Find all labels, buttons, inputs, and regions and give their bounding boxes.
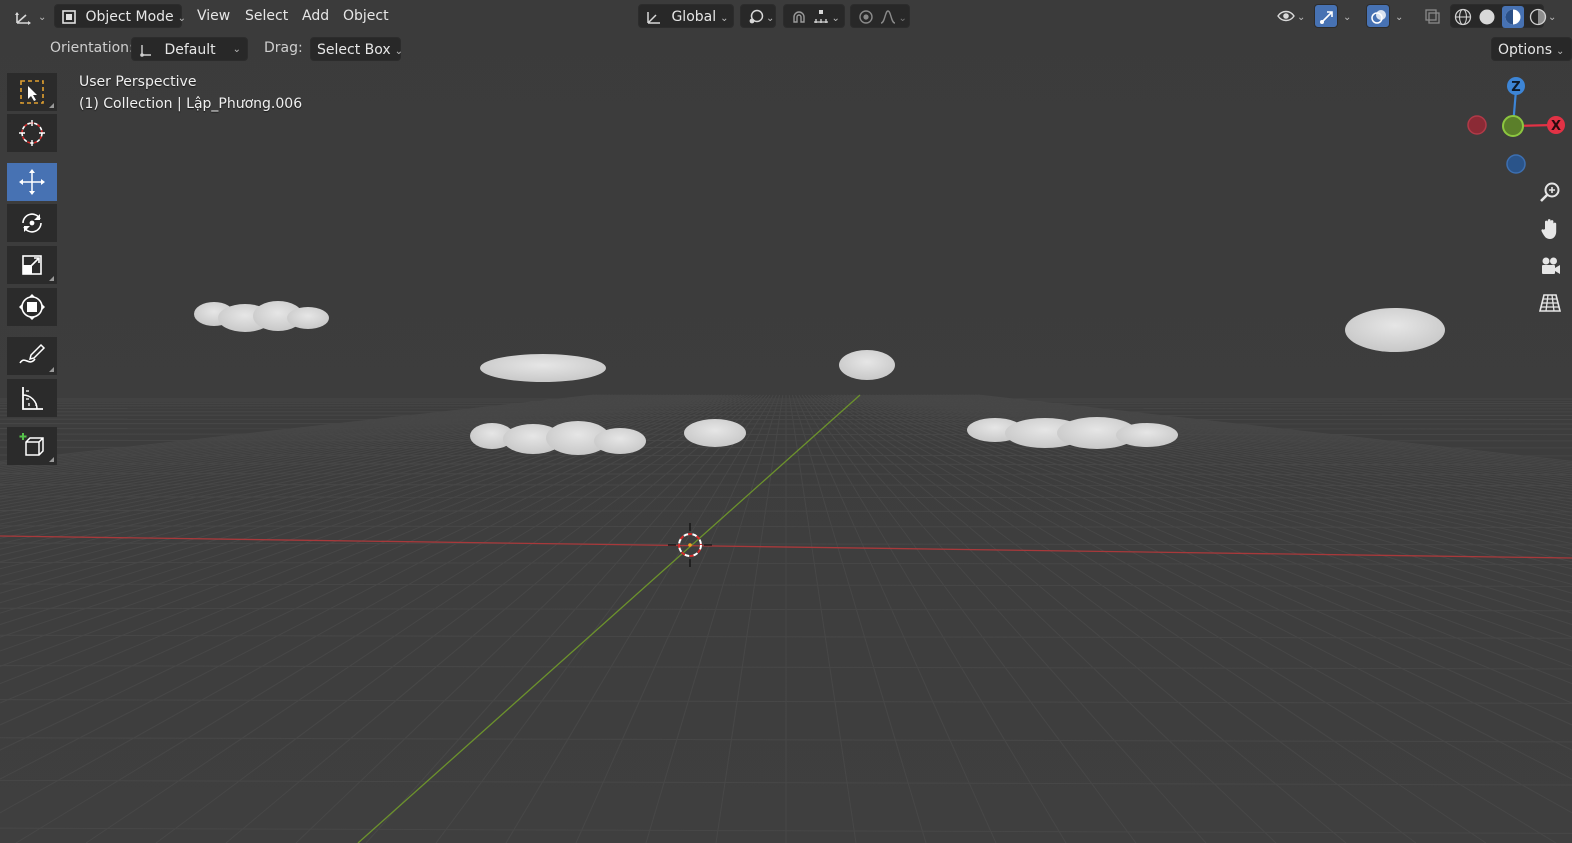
pivot-point-selector[interactable]: ⌄ — [740, 4, 776, 28]
neg-x-axis-ball — [1467, 115, 1487, 135]
proportional-editing-icon[interactable] — [857, 8, 875, 26]
editor-type-button[interactable]: ⌄ — [8, 4, 46, 28]
tool-select-box[interactable] — [7, 73, 57, 111]
menu-select[interactable]: Select — [239, 4, 294, 28]
options-label: Options — [1498, 42, 1553, 58]
tool-transform[interactable] — [7, 288, 57, 326]
transform-orientation-selector[interactable]: Global ⌄ — [638, 4, 734, 28]
measure-icon — [22, 387, 43, 410]
tool-rotate[interactable] — [7, 204, 57, 242]
rotate-icon — [22, 213, 42, 233]
snap-increment-icon[interactable] — [812, 8, 830, 26]
view-name: User Perspective — [79, 74, 197, 90]
tool-measure[interactable] — [7, 379, 57, 417]
menu-view[interactable]: View — [191, 4, 236, 28]
drag-value: Select Box — [317, 42, 391, 58]
cloud-object — [480, 354, 606, 382]
camera-view-button[interactable] — [1533, 249, 1567, 283]
solid-shading-icon[interactable] — [1477, 7, 1497, 27]
mode-selector[interactable]: Object Mode ⌄ — [54, 4, 186, 28]
viewport-header: ⌄ Object Mode ⌄ View Select Add Object Gl… — [0, 0, 1572, 34]
tool-annotate[interactable] — [7, 337, 57, 375]
menu-add[interactable]: Add — [296, 4, 335, 28]
xray-toggle[interactable] — [1420, 4, 1444, 28]
orientation-dropdown[interactable]: Default ⌄ — [131, 37, 248, 61]
zoom-button[interactable] — [1533, 175, 1567, 209]
cloud-object — [1345, 308, 1445, 352]
gizmo-icon — [1320, 11, 1333, 24]
orientation-gizmo-icon — [140, 45, 151, 57]
orientation-label: Global — [671, 9, 717, 25]
mode-label: Object Mode — [85, 9, 174, 25]
ortho-toggle-button[interactable] — [1533, 286, 1567, 320]
scale-icon — [22, 255, 42, 275]
options-dropdown[interactable]: Options ⌄ — [1491, 37, 1572, 61]
overlay-dropdown[interactable]: ⌄ — [1392, 4, 1412, 28]
transform-icon — [19, 294, 45, 320]
move-icon — [19, 169, 45, 195]
zoom-icon — [1540, 182, 1560, 202]
menu-object[interactable]: Object — [337, 4, 395, 28]
object-mode-icon — [62, 10, 76, 24]
axes-editor-icon — [15, 12, 31, 25]
tool-move[interactable] — [7, 163, 57, 201]
hand-pan-icon — [1541, 219, 1557, 239]
gizmo-toggle[interactable] — [1314, 4, 1338, 28]
select-box-icon — [20, 80, 44, 104]
annotate-icon — [19, 343, 46, 364]
collection-info: (1) Collection | Lập_Phương.006 — [79, 96, 303, 112]
snap-magnet-icon[interactable] — [790, 8, 808, 26]
add-cube-icon — [19, 433, 44, 456]
orientation-value: Default — [164, 42, 216, 58]
shading-dropdown[interactable]: ⌄ — [1545, 4, 1567, 28]
cloud-object — [839, 350, 895, 380]
falloff-curve-icon[interactable] — [879, 8, 897, 26]
xray-icon — [1425, 9, 1440, 24]
visibility-eye-icon — [1277, 10, 1295, 22]
neg-z-axis-ball — [1506, 154, 1526, 174]
pan-button[interactable] — [1533, 212, 1567, 246]
pivot-point-icon — [749, 9, 764, 24]
material-shading-icon[interactable] — [1501, 6, 1524, 28]
overlay-icon — [1371, 10, 1386, 24]
visibility-selector[interactable]: ⌄ — [1270, 4, 1310, 28]
wireframe-shading-icon[interactable] — [1453, 7, 1473, 27]
shading-mode-group — [1450, 4, 1547, 28]
proportional-editing-controls[interactable]: ⌄ — [850, 4, 910, 28]
cursor-icon — [19, 120, 45, 146]
overlay-toggle[interactable] — [1366, 4, 1390, 28]
orientation-label: Orientation: — [50, 40, 134, 56]
drag-dropdown[interactable]: Select Box ⌄ — [310, 37, 403, 61]
snap-controls[interactable]: ⌄ — [783, 4, 845, 28]
tool-cursor[interactable] — [7, 114, 57, 152]
viewport-floor-grid — [0, 0, 1572, 843]
tool-add-cube[interactable] — [7, 427, 57, 465]
camera-icon — [1542, 257, 1560, 274]
drag-label: Drag: — [264, 40, 303, 56]
z-axis-label: Z — [1511, 80, 1520, 95]
gizmo-dropdown[interactable]: ⌄ — [1340, 4, 1360, 28]
tool-scale[interactable] — [7, 246, 57, 284]
global-orientation-icon — [647, 12, 660, 24]
cloud-object — [684, 419, 746, 447]
grid-ortho-icon — [1538, 294, 1562, 312]
navigation-gizmo[interactable]: Z X — [1460, 72, 1572, 180]
x-axis-label: X — [1551, 119, 1561, 134]
y-axis-ball — [1502, 115, 1524, 137]
3d-viewport[interactable] — [0, 0, 1572, 843]
